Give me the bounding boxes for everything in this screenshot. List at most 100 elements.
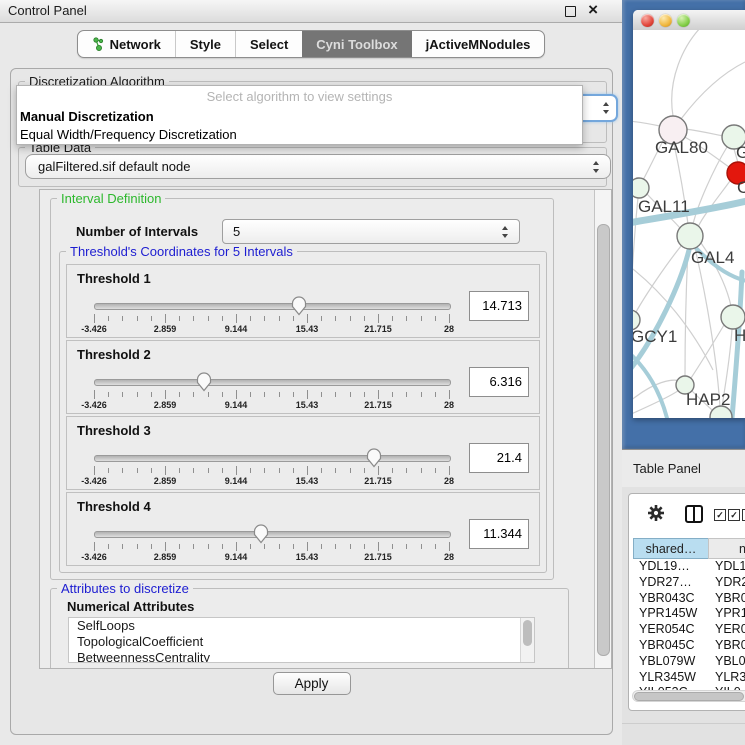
apply-button[interactable]: Apply (273, 672, 351, 695)
checkbox-icon[interactable]: ✓ (728, 509, 740, 521)
tick-mark (378, 314, 379, 323)
threshold-value-field[interactable]: 11.344 (469, 519, 529, 549)
scrollbar-thumb[interactable] (523, 620, 532, 646)
tick-mark (406, 316, 407, 321)
tick-mark (421, 392, 422, 397)
slider-track[interactable] (94, 531, 451, 538)
threshold-slider[interactable]: -3.426 2.859 9.144 15.43 21.715 28 (94, 531, 449, 561)
tick-mark (293, 392, 294, 397)
close-icon[interactable]: × (588, 0, 598, 21)
list-item[interactable]: BetweennessCentrality (69, 650, 534, 663)
tick-mark (151, 316, 152, 321)
tick-mark (222, 316, 223, 321)
list-scrollbar[interactable] (520, 618, 534, 662)
threshold-value-field[interactable]: 6.316 (469, 367, 529, 397)
threshold-slider[interactable]: -3.426 2.859 9.144 15.43 21.715 28 (94, 379, 449, 409)
slider-tick-labels: -3.426 2.859 9.144 15.43 21.715 28 (94, 400, 449, 411)
table-card: ✓ ✓ ✓ shared… n YDL19…YDL1 YDR27…YDR2 YB… (628, 493, 745, 711)
table-row[interactable]: YBL079WYBL0 (629, 654, 745, 670)
table-row[interactable]: YDL19…YDL1 (629, 559, 745, 575)
tick-mark (122, 468, 123, 473)
table-row[interactable]: YBR045CYBR0 (629, 638, 745, 654)
tick-mark (165, 542, 166, 551)
node-label-hap2: HAP2 (686, 390, 730, 409)
threshold-value-field[interactable]: 14.713 (469, 291, 529, 321)
tick-mark (179, 468, 180, 473)
algorithm-option-manual[interactable]: Manual Discretization (17, 108, 582, 126)
slider-track[interactable] (94, 455, 451, 462)
threshold-slider[interactable]: -3.426 2.859 9.144 15.43 21.715 28 (94, 303, 449, 333)
tick-mark (279, 544, 280, 549)
tick-mark (264, 316, 265, 321)
tab-jactivemnodules[interactable]: jActiveMNodules (412, 31, 545, 57)
table-row[interactable]: YDR27…YDR2 (629, 575, 745, 591)
tick-mark (307, 542, 308, 551)
tick-mark (108, 468, 109, 473)
tick-mark (335, 544, 336, 549)
table-row[interactable]: YBR043CYBR0 (629, 591, 745, 607)
close-traffic-light-icon[interactable] (641, 14, 654, 27)
slider-ticks (94, 542, 449, 551)
algorithm-option-equal-width[interactable]: Equal Width/Frequency Discretization (17, 126, 582, 144)
scrollbar-thumb[interactable] (597, 224, 610, 656)
vertical-scrollbar[interactable] (594, 190, 611, 668)
threshold-slider[interactable]: -3.426 2.859 9.144 15.43 21.715 28 (94, 455, 449, 485)
tick-mark (350, 468, 351, 473)
zoom-traffic-light-icon[interactable] (677, 14, 690, 27)
table-panel-title: Table Panel (633, 461, 701, 476)
tick-mark (122, 544, 123, 549)
top-tabbar: Network Style Select Cyni Toolbox jActiv… (0, 30, 622, 58)
tick-mark (222, 392, 223, 397)
tab-select[interactable]: Select (235, 31, 302, 57)
scrollbar-thumb[interactable] (634, 692, 744, 701)
tick-mark (122, 392, 123, 397)
table-row[interactable]: YER054CYER0 (629, 622, 745, 638)
tick-mark (222, 468, 223, 473)
tick-mark (421, 316, 422, 321)
threshold-value-field[interactable]: 21.4 (469, 443, 529, 473)
column-header-name[interactable]: n (708, 538, 745, 559)
intervals-selected-value: 5 (233, 224, 240, 239)
node-gal4[interactable] (677, 223, 703, 249)
tick-mark (179, 544, 180, 549)
checkbox-icon[interactable]: ✓ (714, 509, 726, 521)
slider-ticks (94, 390, 449, 399)
network-canvas[interactable]: GAL80 GA C GAL11 GAL4 GCY1 H HAP2 (633, 30, 745, 418)
node-gal11[interactable] (633, 178, 649, 198)
slider-track[interactable] (94, 303, 451, 310)
tab-style[interactable]: Style (175, 31, 235, 57)
column-header-shared[interactable]: shared… (633, 538, 709, 559)
node-label-gal11: GAL11 (638, 197, 690, 216)
network-window-titlebar[interactable] (633, 10, 745, 31)
list-item[interactable]: TopologicalCoefficient (69, 634, 534, 650)
tick-mark (449, 542, 450, 551)
tick-mark (279, 468, 280, 473)
tab-cyni-toolbox[interactable]: Cyni Toolbox (302, 31, 411, 57)
tab-network[interactable]: Network (78, 31, 175, 57)
gear-icon[interactable] (648, 505, 664, 521)
number-of-intervals-select[interactable]: 5 (222, 219, 520, 244)
tab-label: Network (110, 37, 161, 52)
horizontal-scrollbar[interactable] (632, 690, 745, 702)
tick-mark (279, 392, 280, 397)
tick-mark (449, 466, 450, 475)
tick-mark (165, 314, 166, 323)
list-item[interactable]: SelfLoops (69, 618, 534, 634)
tick-mark (151, 544, 152, 549)
slider-track[interactable] (94, 379, 451, 386)
numerical-attributes-label: Numerical Attributes (67, 599, 194, 614)
tick-mark (307, 314, 308, 323)
table-row[interactable]: YPR145WYPR1 (629, 606, 745, 622)
node-label-partial-mid-right: C (737, 178, 745, 197)
tick-mark (208, 468, 209, 473)
tick-mark (392, 392, 393, 397)
tick-mark (364, 316, 365, 321)
float-window-icon[interactable] (565, 6, 576, 17)
table-data-select[interactable]: galFiltered.sif default node (25, 154, 611, 179)
node-label-partial-low-right: H (734, 326, 745, 345)
table-row[interactable]: YLR345WYLR3 (629, 670, 745, 686)
minimize-traffic-light-icon[interactable] (659, 14, 672, 27)
network-icon (92, 37, 104, 51)
split-columns-icon[interactable] (685, 505, 703, 523)
tick-mark (222, 544, 223, 549)
